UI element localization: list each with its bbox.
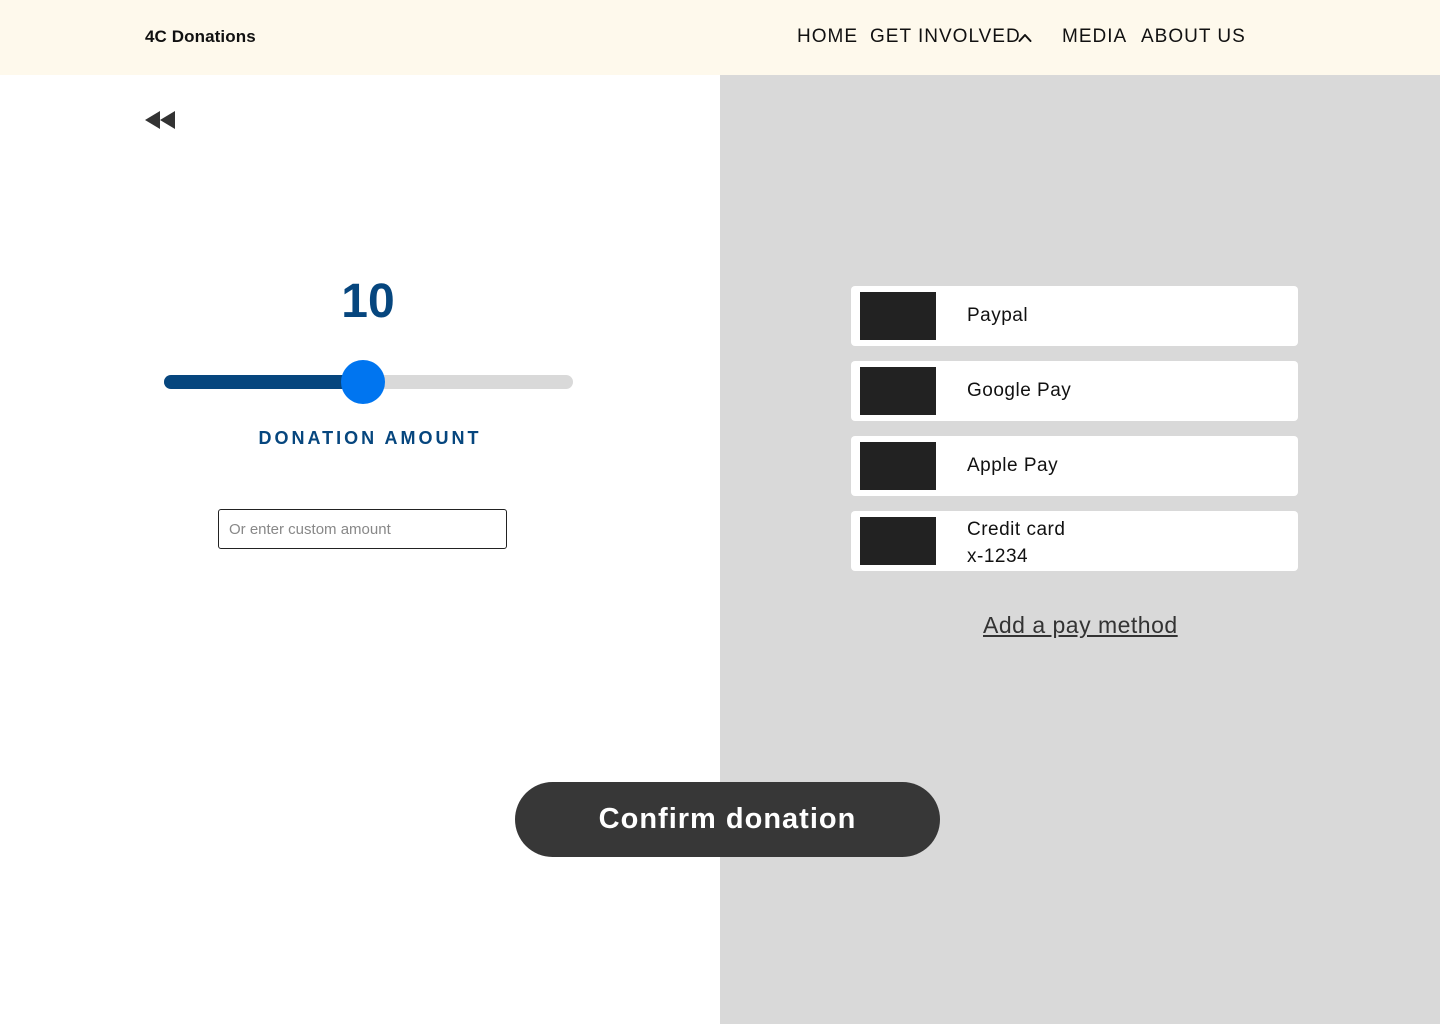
pay-method-google-pay[interactable]: Google Pay [851, 361, 1298, 421]
credit-card-number: x-1234 [967, 546, 1029, 567]
main-nav: HOME GET INVOLVED MEDIA ABOUT US [0, 26, 1440, 52]
slider-thumb[interactable] [340, 360, 385, 404]
donation-amount-slider[interactable] [164, 360, 573, 404]
custom-amount-input[interactable] [218, 509, 507, 549]
pay-method-label: Google Pay [967, 380, 1072, 401]
nav-home[interactable]: HOME [797, 26, 858, 48]
pay-method-credit-card[interactable]: Credit card x-1234 [851, 511, 1298, 571]
pay-method-apple-pay[interactable]: Apple Pay [851, 436, 1298, 496]
top-navigation-bar: 4C Donations HOME GET INVOLVED MEDIA ABO… [0, 0, 1440, 75]
nav-about-us[interactable]: ABOUT US [1141, 26, 1246, 48]
donation-amount-label: DONATION AMOUNT [258, 428, 482, 448]
chevron-up-icon[interactable] [1018, 33, 1032, 42]
donation-amount-value: 10 [341, 275, 395, 328]
paypal-logo-placeholder [860, 292, 936, 340]
pay-method-label: Credit card x-1234 [967, 516, 1065, 570]
pay-method-label: Paypal [967, 305, 1029, 326]
pay-method-paypal[interactable]: Paypal [851, 286, 1298, 346]
add-pay-method-link[interactable]: Add a pay method [983, 612, 1178, 639]
nav-get-involved[interactable]: GET INVOLVED [870, 26, 1021, 48]
google-pay-logo-placeholder [860, 367, 936, 415]
rewind-icon[interactable] [144, 110, 176, 130]
confirm-donation-button[interactable]: Confirm donation [515, 782, 940, 857]
credit-card-logo-placeholder [860, 517, 936, 565]
pay-method-label: Apple Pay [967, 455, 1059, 476]
credit-card-label: Credit card [967, 519, 1066, 540]
slider-fill [164, 375, 363, 389]
apple-pay-logo-placeholder [860, 442, 936, 490]
nav-media[interactable]: MEDIA [1062, 26, 1127, 48]
donation-page: 4C Donations HOME GET INVOLVED MEDIA ABO… [0, 0, 1440, 1024]
